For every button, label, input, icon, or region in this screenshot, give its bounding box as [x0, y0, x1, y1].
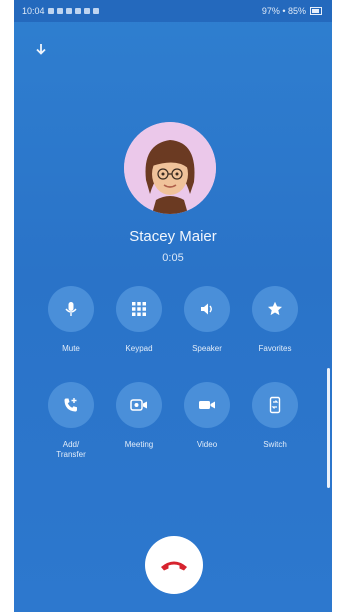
- status-right-text: 97% • 85%: [261, 6, 306, 16]
- caller-name: Stacey Maier: [129, 228, 217, 245]
- battery-icon: [310, 7, 322, 15]
- meeting-icon: [130, 399, 147, 411]
- notification-icon: [92, 8, 99, 14]
- speaker-icon: [201, 303, 212, 315]
- notification-icon: [83, 8, 90, 14]
- favorites-label: Favorites: [258, 344, 292, 353]
- end-call-button[interactable]: [145, 536, 203, 594]
- meeting-label: Meeting: [124, 440, 154, 449]
- call-screen: 10:04 97% • 85% Stacey Maier 0:05 Mute K…: [14, 0, 332, 612]
- notification-icon: [74, 8, 81, 14]
- switch-button[interactable]: Switch: [246, 382, 304, 460]
- microphone-icon: [65, 302, 77, 316]
- keypad-button[interactable]: Keypad: [110, 286, 168, 354]
- add-transfer-button[interactable]: Add/Transfer: [42, 382, 100, 460]
- switch-label: Switch: [263, 440, 287, 449]
- mute-label: Mute: [62, 344, 80, 353]
- favorites-button[interactable]: Favorites: [246, 286, 304, 354]
- speaker-button[interactable]: Speaker: [178, 286, 236, 354]
- arrow-down-icon: [36, 44, 46, 55]
- mute-button[interactable]: Mute: [42, 286, 100, 354]
- scrollbar[interactable]: [327, 368, 330, 488]
- add-transfer-label: Add/Transfer: [56, 440, 86, 459]
- switch-device-icon: [269, 396, 281, 414]
- hang-up-icon: [161, 561, 187, 571]
- add-call-icon: [64, 398, 77, 412]
- meeting-button[interactable]: Meeting: [110, 382, 168, 460]
- keypad-icon: [132, 302, 146, 316]
- speaker-label: Speaker: [192, 344, 222, 353]
- video-button[interactable]: Video: [178, 382, 236, 460]
- video-label: Video: [196, 440, 218, 449]
- notification-icon: [56, 8, 63, 14]
- status-time: 10:04: [22, 6, 45, 16]
- minimize-button[interactable]: [34, 42, 48, 61]
- video-icon: [199, 401, 215, 409]
- star-icon: [268, 301, 282, 316]
- call-status: 0:05: [162, 252, 184, 264]
- keypad-label: Keypad: [125, 344, 153, 353]
- call-controls: Mute Keypad Speaker Favorites Add/ Trans…: [42, 286, 304, 460]
- memoji-avatar-icon: [124, 122, 216, 214]
- status-bar: 10:04 97% • 85%: [14, 0, 332, 22]
- notification-icon: [47, 8, 54, 14]
- avatar: [124, 122, 216, 214]
- notification-icon: [65, 8, 72, 14]
